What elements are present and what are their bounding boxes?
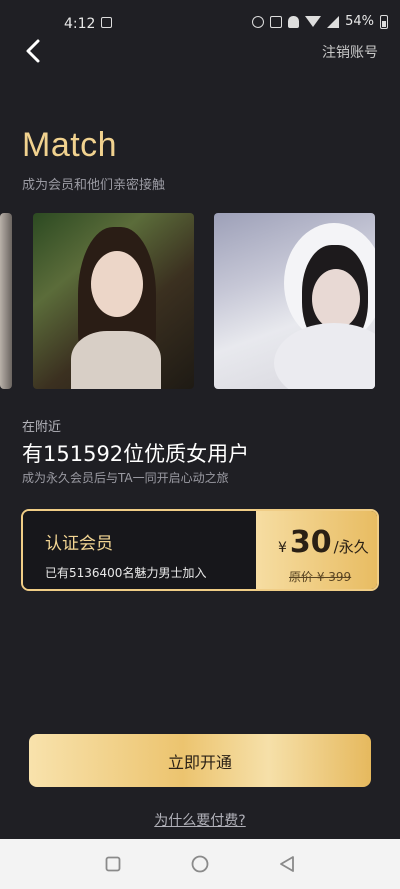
home-icon: [191, 855, 209, 873]
back-button[interactable]: [20, 38, 46, 64]
membership-plan-card[interactable]: 认证会员 已有5136400名魅力男士加入 ¥ 30 /永久 原价 ¥ 399: [21, 509, 379, 591]
currency-symbol: ¥: [278, 540, 287, 556]
page-subtitle: 成为会员和他们亲密接触: [22, 178, 166, 193]
plan-price: ¥ 30 /永久 原价 ¥ 399: [256, 511, 377, 589]
chevron-left-icon: [26, 39, 40, 63]
battery-icon: [380, 14, 388, 29]
signal-icon: [327, 15, 340, 28]
profile-photo-face: [312, 269, 360, 329]
status-bar: 4:12 54%: [0, 0, 400, 46]
alarm-icon: [252, 15, 265, 28]
profile-photo-fur: [274, 323, 375, 389]
save-icon: [270, 15, 283, 28]
activate-button[interactable]: 立即开通: [29, 734, 371, 787]
wifi-icon: [305, 16, 322, 27]
profile-carousel[interactable]: [0, 213, 400, 389]
original-price: 原价 ¥ 399: [289, 570, 352, 584]
price-unit: /永久: [333, 538, 369, 556]
profile-photo-2[interactable]: [214, 213, 375, 389]
price-value: 30: [289, 525, 332, 560]
profile-photo-top: [71, 331, 161, 389]
plan-info: 认证会员 已有5136400名魅力男士加入: [23, 511, 256, 589]
plan-description: 已有5136400名魅力男士加入: [45, 566, 207, 580]
plan-title: 认证会员: [45, 534, 113, 554]
female-users-headline: 有151592位优质女用户: [22, 442, 250, 466]
system-back-button[interactable]: [272, 849, 302, 879]
home-button[interactable]: [185, 849, 215, 879]
mute-icon: [288, 15, 300, 28]
profile-photo-partial[interactable]: [0, 213, 12, 389]
page-title: Match: [22, 126, 118, 164]
profile-photo-1[interactable]: [33, 213, 194, 389]
status-time: 4:12: [64, 16, 96, 32]
nearby-label: 在附近: [22, 420, 62, 435]
battery-percent: 54%: [345, 14, 374, 29]
profile-photo-face: [91, 251, 143, 317]
logout-account-link[interactable]: 注销账号: [322, 42, 378, 62]
image-icon: [101, 17, 112, 28]
status-icons: 54%: [252, 14, 388, 29]
recent-apps-icon: [105, 856, 121, 872]
back-triangle-icon: [279, 856, 294, 872]
membership-tagline: 成为永久会员后与TA一同开启心动之旅: [22, 471, 229, 485]
price-row: ¥ 30 /永久: [278, 525, 369, 560]
recent-apps-button[interactable]: [98, 849, 128, 879]
why-pay-link[interactable]: 为什么要付费?: [0, 810, 400, 830]
system-nav-bar: [0, 839, 400, 889]
